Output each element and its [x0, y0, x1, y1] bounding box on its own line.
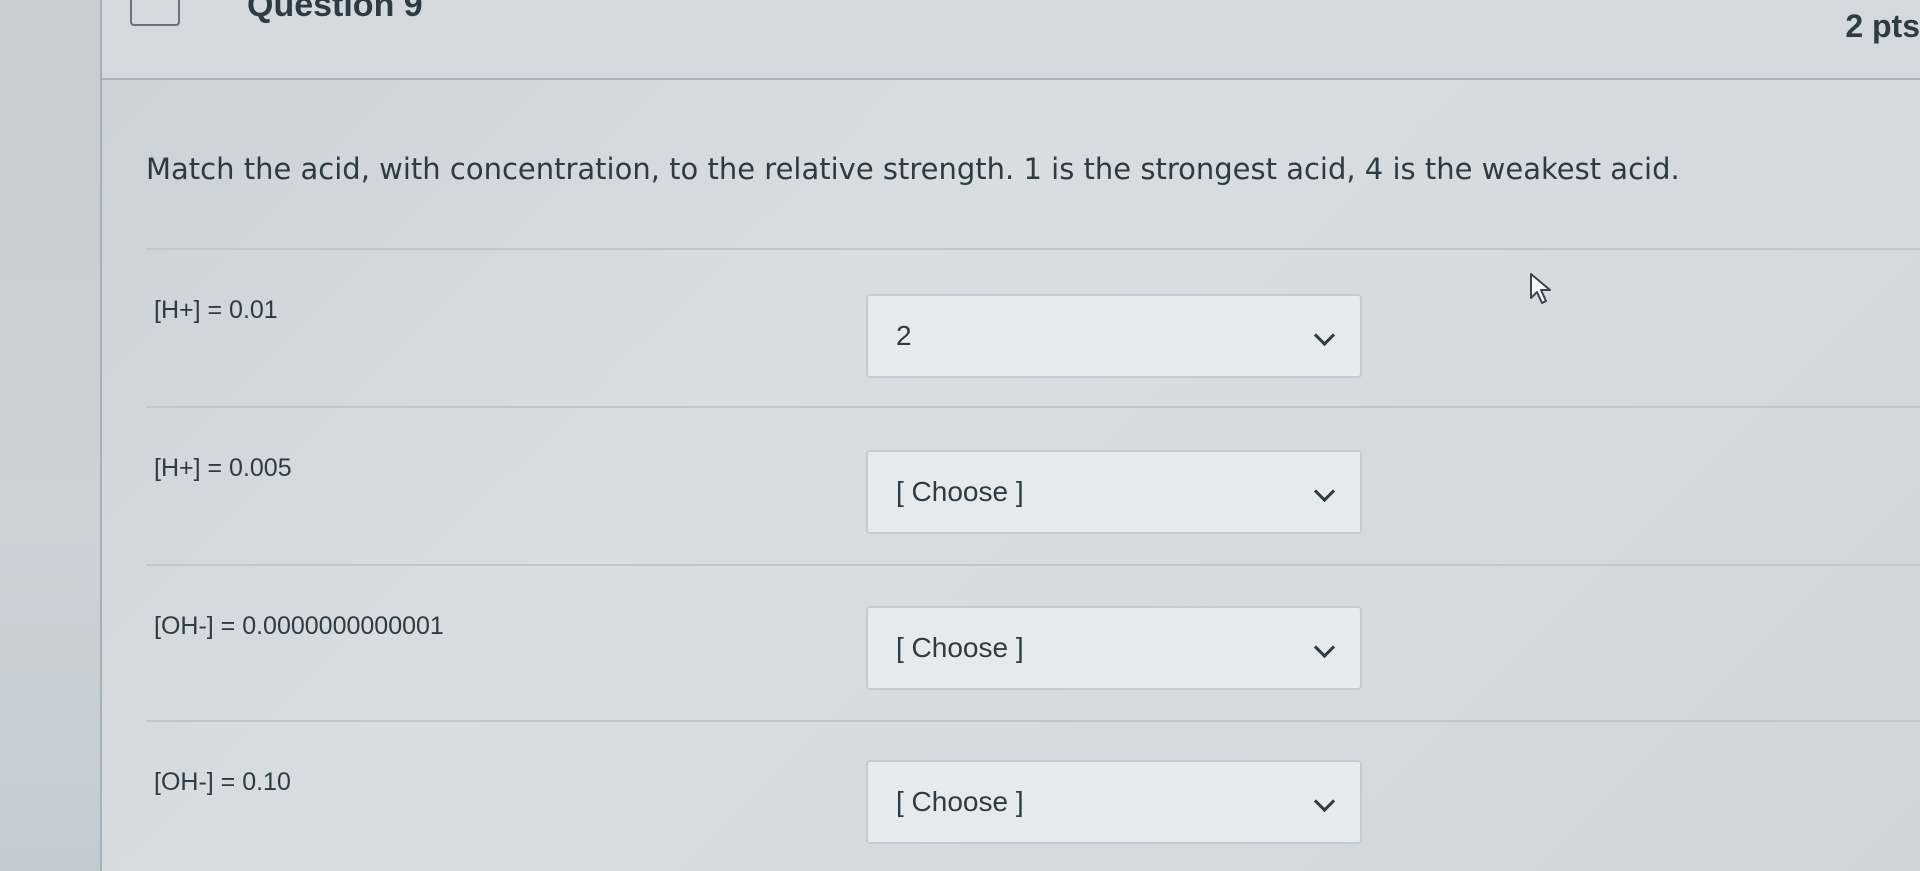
match-item-label: [H+] = 0.005 — [154, 454, 292, 482]
chevron-down-icon — [1313, 480, 1336, 503]
question-title: Question 9 — [247, 0, 423, 24]
select-value: [ Choose ] — [896, 786, 1024, 817]
match-answer-select[interactable]: [ Choose ] — [866, 760, 1362, 844]
row-divider — [146, 564, 1920, 566]
row-divider — [146, 720, 1920, 722]
row-divider — [146, 248, 1920, 250]
match-answer-select[interactable]: [ Choose ] — [866, 450, 1362, 534]
select-value: [ Choose ] — [896, 476, 1024, 507]
mouse-pointer-icon — [1530, 273, 1551, 304]
match-item-label: [OH-] = 0.0000000000001 — [154, 612, 444, 640]
question-header: Question 9 2 pts — [102, 0, 1920, 80]
match-answer-select[interactable]: [ Choose ] — [866, 606, 1362, 690]
chevron-down-icon — [1313, 324, 1336, 347]
chevron-down-icon — [1313, 790, 1336, 813]
gutter-divider — [100, 0, 102, 871]
match-item-label: [H+] = 0.01 — [154, 296, 278, 324]
bookmark-flag-icon[interactable] — [130, 0, 180, 26]
match-answer-select[interactable]: 2 — [866, 294, 1362, 378]
row-divider — [146, 406, 1920, 408]
select-value: [ Choose ] — [896, 632, 1024, 663]
select-value: 2 — [896, 320, 912, 351]
question-points: 2 pts — [1845, 8, 1920, 44]
match-item-label: [OH-] = 0.10 — [154, 768, 291, 796]
left-gutter — [0, 0, 100, 871]
chevron-down-icon — [1313, 636, 1336, 659]
question-prompt: Match the acid, with concentration, to t… — [146, 152, 1680, 186]
